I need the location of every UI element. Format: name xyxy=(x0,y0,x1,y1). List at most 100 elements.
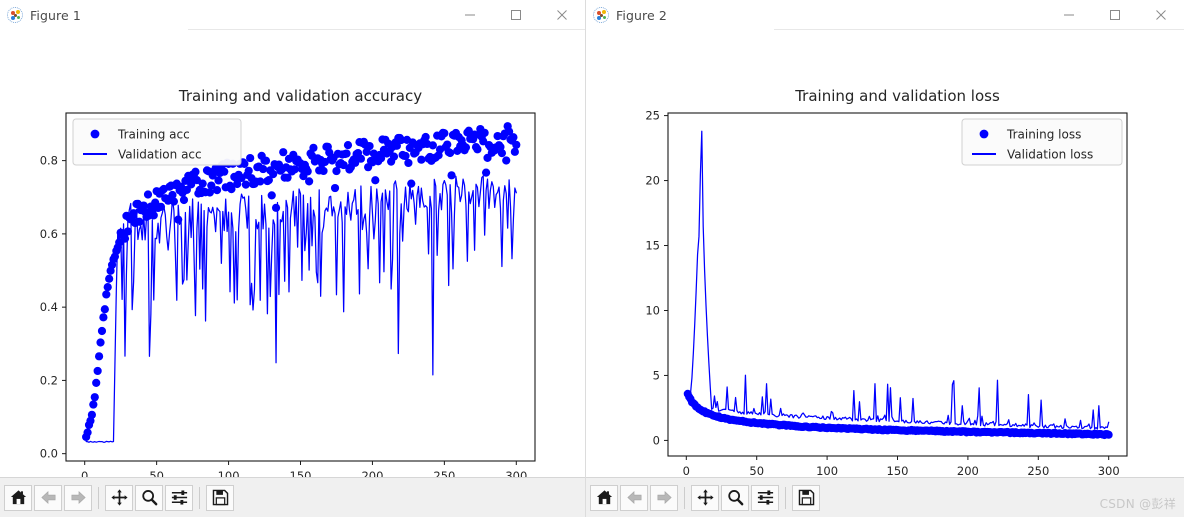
training-acc-point xyxy=(105,274,114,283)
chart-title: Training and validation loss xyxy=(794,87,1000,105)
close-button[interactable] xyxy=(1138,0,1184,30)
minimize-button[interactable] xyxy=(1046,0,1092,30)
training-acc-point xyxy=(512,140,521,149)
titlebar-left-group: Figure 2 xyxy=(586,7,667,23)
training-acc-point xyxy=(123,227,132,236)
training-acc-point xyxy=(446,148,455,158)
matplotlib-icon xyxy=(593,7,609,23)
x-tick-label: 0 xyxy=(683,464,690,477)
x-tick-label: 50 xyxy=(149,469,164,477)
save-floppy-icon[interactable] xyxy=(206,484,234,511)
training-acc-point xyxy=(198,179,207,188)
training-acc-point xyxy=(417,155,426,164)
figure-canvas-2[interactable]: Training and validation loss 0 50 100 150 200… xyxy=(586,31,1184,477)
training-acc-point xyxy=(267,191,276,200)
legend-label: Training loss xyxy=(1006,128,1081,142)
training-acc-point xyxy=(212,186,222,195)
pan-move-icon[interactable] xyxy=(105,484,133,511)
zoom-magnifier-icon[interactable] xyxy=(721,484,749,511)
training-acc-point xyxy=(461,143,471,152)
csdn-watermark: CSDN @彭祥 xyxy=(1099,497,1176,511)
forward-arrow-icon[interactable] xyxy=(64,484,92,511)
training-acc-point xyxy=(407,179,416,188)
training-acc-point xyxy=(244,166,253,175)
x-tick-label: 50 xyxy=(749,464,764,477)
titlebar-left-group: Figure 1 xyxy=(0,7,81,23)
training-acc-point xyxy=(103,283,112,292)
training-acc-point xyxy=(220,167,229,176)
chart-title: Training and validation accuracy xyxy=(178,87,422,105)
x-tick-label: 250 xyxy=(1027,464,1049,477)
configure-subplots-icon[interactable] xyxy=(165,484,193,511)
training-acc-point xyxy=(240,159,249,168)
training-acc-point xyxy=(356,154,366,163)
loss-plot: Training and validation loss0 50 100 150 200… xyxy=(645,87,1128,477)
window-controls-2 xyxy=(1046,0,1184,30)
y-tick-label: 0 xyxy=(653,433,660,447)
training-acc-point xyxy=(89,400,98,409)
titlebar-figure-1: Figure 1 xyxy=(0,0,585,31)
home-icon[interactable] xyxy=(4,484,32,511)
screen-root: Figure 1 Training and validation accurac… xyxy=(0,0,1184,517)
y-tick-label: 0.8 xyxy=(40,154,58,168)
toolbar-separator xyxy=(199,486,200,509)
training-acc-point xyxy=(100,305,109,314)
legend-label: Validation loss xyxy=(1007,148,1093,162)
zoom-magnifier-icon[interactable] xyxy=(135,484,163,511)
training-acc-point xyxy=(303,167,312,176)
x-tick-label: 100 xyxy=(218,469,240,477)
training-acc-point xyxy=(83,428,92,437)
pan-move-icon[interactable] xyxy=(691,484,719,511)
training-acc-point xyxy=(241,180,250,189)
navigation-toolbar-1 xyxy=(0,477,585,517)
home-icon[interactable] xyxy=(590,484,618,511)
training-acc-point xyxy=(156,202,166,211)
training-acc-point xyxy=(319,166,328,176)
configure-subplots-icon[interactable] xyxy=(751,484,779,511)
training-acc-point xyxy=(97,326,107,336)
training-acc-point xyxy=(371,176,380,185)
save-floppy-icon[interactable] xyxy=(792,484,820,511)
x-tick-label: 300 xyxy=(505,469,527,477)
training-acc-point xyxy=(99,313,108,322)
training-acc-point xyxy=(169,197,178,206)
training-acc-point xyxy=(102,290,111,299)
training-acc-point xyxy=(342,149,351,158)
y-tick-label: 0.4 xyxy=(40,300,58,314)
training-acc-point xyxy=(259,164,268,174)
x-tick-label: 0 xyxy=(81,469,88,477)
close-button[interactable] xyxy=(539,0,585,30)
y-tick-label: 20 xyxy=(645,174,660,188)
training-acc-point xyxy=(92,378,101,388)
toolbar-separator xyxy=(684,486,685,509)
training-acc-point xyxy=(309,143,318,152)
figure-canvas-1[interactable]: Training and validation accuracy 0 50 100 15… xyxy=(0,31,585,477)
training-acc-point xyxy=(269,170,278,179)
back-arrow-icon[interactable] xyxy=(620,484,648,511)
training-acc-point xyxy=(129,209,138,218)
x-tick-label: 300 xyxy=(1098,464,1120,477)
training-acc-point xyxy=(510,147,519,156)
training-acc-point xyxy=(135,217,144,226)
x-tick-label: 250 xyxy=(433,469,455,477)
training-acc-point xyxy=(256,177,265,186)
training-acc-point xyxy=(305,177,314,186)
figure-window-1: Figure 1 Training and validation accurac… xyxy=(0,0,586,517)
training-acc-point xyxy=(90,393,99,402)
training-acc-point xyxy=(365,141,374,151)
minimize-button[interactable] xyxy=(447,0,493,30)
maximize-button[interactable] xyxy=(1092,0,1138,30)
forward-arrow-icon[interactable] xyxy=(650,484,678,511)
training-acc-point xyxy=(480,128,489,137)
training-acc-point xyxy=(330,183,340,193)
toolbar-separator xyxy=(785,486,786,509)
x-tick-label: 150 xyxy=(887,464,909,477)
back-arrow-icon[interactable] xyxy=(34,484,62,511)
y-tick-label: 10 xyxy=(645,303,660,317)
window-controls-1 xyxy=(447,0,585,30)
maximize-button[interactable] xyxy=(493,0,539,30)
x-tick-label: 100 xyxy=(816,464,838,477)
window-title: Figure 2 xyxy=(616,7,667,23)
y-tick-label: 15 xyxy=(645,239,660,253)
training-acc-point xyxy=(96,338,105,347)
